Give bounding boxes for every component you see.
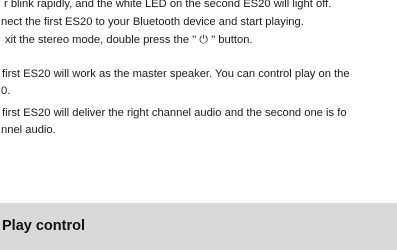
text-line-channel-audio-cont: nnel audio. <box>1 124 56 136</box>
manual-page: r blink rapidly, and the white LED on th… <box>0 0 397 250</box>
text-line-led-status: r blink rapidly, and the white LED on th… <box>4 0 332 10</box>
text-line-channel-audio: first ES20 will deliver the right channe… <box>2 107 347 119</box>
text-line-exit-stereo: xit the stereo mode, double press the " … <box>5 34 253 46</box>
text-line-master-speaker-cont: 0. <box>1 85 11 97</box>
text-line-master-speaker: first ES20 will work as the master speak… <box>2 68 350 80</box>
section-title-play-control: Play control <box>2 218 85 234</box>
text-line-connect: nect the first ES20 to your Bluetooth de… <box>1 16 304 28</box>
